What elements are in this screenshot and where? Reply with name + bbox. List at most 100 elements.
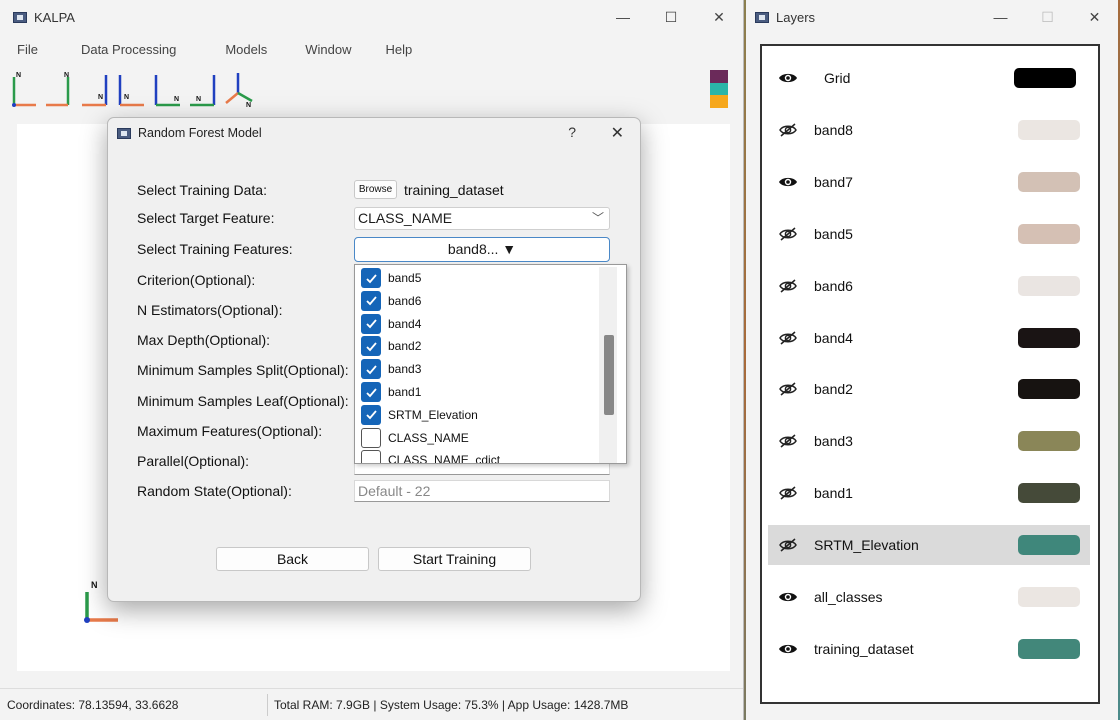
- feature-option[interactable]: band4: [361, 313, 421, 335]
- eye-hidden-icon[interactable]: [778, 120, 798, 140]
- checkbox-unchecked-icon[interactable]: [361, 427, 381, 448]
- layer-color-swatch[interactable]: [1018, 223, 1080, 244]
- start-training-button[interactable]: Start Training: [378, 547, 531, 571]
- dialog-close-button[interactable]: ✕: [611, 123, 624, 143]
- eye-open-icon[interactable]: [778, 172, 798, 192]
- layer-row[interactable]: band3: [768, 421, 1090, 461]
- checkbox-checked-icon[interactable]: [361, 382, 381, 402]
- layer-color-swatch[interactable]: [1018, 327, 1080, 348]
- layer-color-swatch[interactable]: [1018, 119, 1080, 140]
- layer-row[interactable]: SRTM_Elevation: [768, 525, 1090, 566]
- layer-name: band2: [814, 381, 853, 398]
- layer-color-swatch[interactable]: [1018, 431, 1080, 452]
- feature-option[interactable]: band3: [361, 358, 421, 380]
- feature-option[interactable]: band5: [361, 267, 421, 289]
- feature-option[interactable]: CLASS_NAME: [361, 427, 469, 449]
- svg-text:N: N: [246, 102, 251, 109]
- checkbox-checked-icon[interactable]: [361, 404, 381, 425]
- layer-color-swatch[interactable]: [1018, 638, 1080, 659]
- layer-row[interactable]: band7: [768, 162, 1090, 202]
- layer-color-swatch[interactable]: [1018, 483, 1080, 504]
- layer-color-swatch[interactable]: [1018, 535, 1080, 556]
- checkbox-checked-icon[interactable]: [361, 359, 381, 380]
- scrollbar-thumb[interactable]: [604, 335, 614, 415]
- eye-hidden-icon[interactable]: [778, 276, 798, 296]
- layer-color-swatch[interactable]: [1018, 379, 1080, 400]
- svg-text:N: N: [16, 72, 21, 79]
- feature-option[interactable]: band1: [361, 381, 421, 403]
- layer-color-swatch[interactable]: [1014, 68, 1076, 88]
- layer-row[interactable]: band6: [768, 266, 1090, 306]
- feature-option[interactable]: CLASS_NAME_cdict: [361, 449, 500, 463]
- feature-option-label: band4: [388, 316, 422, 331]
- eye-hidden-icon[interactable]: [778, 379, 798, 399]
- close-button[interactable]: ✕: [695, 0, 743, 34]
- north-axis-variant-icon[interactable]: N: [44, 69, 74, 109]
- eye-hidden-icon[interactable]: [778, 535, 798, 555]
- layer-row[interactable]: all_classes: [768, 577, 1090, 617]
- eye-hidden-icon[interactable]: [778, 224, 798, 244]
- layers-titlebar[interactable]: Layers — ☐ ✕: [746, 0, 1118, 34]
- layers-list: Grid band8 band7 band5 band6 band4 band2 band3 b…: [760, 44, 1100, 704]
- menu-window[interactable]: Window: [305, 42, 351, 57]
- maximize-button[interactable]: ☐: [647, 0, 695, 34]
- random-state-input[interactable]: Default - 22: [354, 480, 610, 502]
- feature-option-label: CLASS_NAME: [388, 430, 469, 445]
- layer-row[interactable]: band8: [768, 110, 1090, 150]
- minimize-button[interactable]: —: [599, 0, 647, 34]
- menu-file[interactable]: File: [17, 42, 38, 57]
- checkbox-checked-icon[interactable]: [361, 290, 381, 311]
- help-button[interactable]: ?: [568, 124, 576, 140]
- menubar: File Data Processing Models Window Help: [0, 36, 412, 62]
- training-features-dropdown: band5 band6 band4 band2 band3 band1 SRTM_Eleva…: [354, 264, 627, 464]
- dialog-titlebar[interactable]: Random Forest Model ? ✕: [108, 118, 640, 148]
- eye-hidden-icon[interactable]: [778, 431, 798, 451]
- browse-button[interactable]: Browse: [354, 180, 397, 199]
- feature-option[interactable]: band2: [361, 335, 421, 357]
- menu-models[interactable]: Models: [225, 42, 267, 57]
- north-axis-left-icon[interactable]: N: [80, 69, 110, 109]
- eye-hidden-icon[interactable]: [778, 328, 798, 348]
- layer-row[interactable]: training_dataset: [768, 629, 1090, 669]
- checkbox-checked-icon[interactable]: [361, 313, 381, 334]
- layer-row[interactable]: band2: [768, 369, 1090, 409]
- menu-help[interactable]: Help: [386, 42, 413, 57]
- feature-option[interactable]: SRTM_Elevation: [361, 404, 478, 426]
- label-target-feature: Select Target Feature:: [137, 210, 275, 226]
- layers-maximize-button[interactable]: ☐: [1024, 0, 1071, 34]
- toolbar: N N N N N N N: [8, 66, 743, 112]
- menu-data-processing[interactable]: Data Processing: [81, 42, 176, 57]
- north-up-axis-icon[interactable]: N: [8, 69, 38, 109]
- layers-close-button[interactable]: ✕: [1071, 0, 1118, 34]
- layer-row[interactable]: band4: [768, 318, 1090, 358]
- feature-option-label: band1: [388, 385, 422, 399]
- checkbox-checked-icon[interactable]: [361, 336, 381, 357]
- target-feature-select[interactable]: CLASS_NAME ﹀: [354, 207, 610, 230]
- layer-color-swatch[interactable]: [1018, 275, 1080, 296]
- eye-open-icon[interactable]: [778, 639, 798, 659]
- layer-row[interactable]: band1: [768, 473, 1090, 513]
- eye-open-icon[interactable]: [778, 587, 798, 607]
- layers-window: Layers — ☐ ✕ Grid band8 band7 band5 band6 ban…: [746, 0, 1118, 720]
- feature-option[interactable]: band6: [361, 290, 421, 312]
- layer-color-swatch[interactable]: [1018, 587, 1080, 607]
- layers-minimize-button[interactable]: —: [977, 0, 1024, 34]
- dialog-app-icon: [117, 127, 131, 139]
- back-button[interactable]: Back: [216, 547, 369, 571]
- dropdown-scrollbar[interactable]: [599, 267, 617, 463]
- checkbox-checked-icon[interactable]: [361, 268, 381, 288]
- layer-row[interactable]: band5: [768, 214, 1090, 254]
- feature-option-label: SRTM_Elevation: [388, 407, 478, 422]
- north-axis-3d-icon[interactable]: N: [224, 69, 254, 109]
- training-features-button[interactable]: band8... ▼: [354, 237, 610, 262]
- checkbox-unchecked-icon[interactable]: [361, 450, 381, 463]
- north-axis-rotated-icon[interactable]: N: [188, 69, 218, 109]
- main-titlebar[interactable]: KALPA — ☐ ✕: [0, 0, 743, 34]
- layer-name: band7: [814, 173, 853, 190]
- north-axis-right-icon[interactable]: N: [152, 69, 182, 109]
- layer-color-swatch[interactable]: [1018, 171, 1080, 192]
- eye-open-icon[interactable]: [778, 68, 798, 88]
- north-axis-down-icon[interactable]: N: [116, 69, 146, 109]
- eye-hidden-icon[interactable]: [778, 483, 798, 503]
- layer-row[interactable]: Grid: [768, 58, 1090, 98]
